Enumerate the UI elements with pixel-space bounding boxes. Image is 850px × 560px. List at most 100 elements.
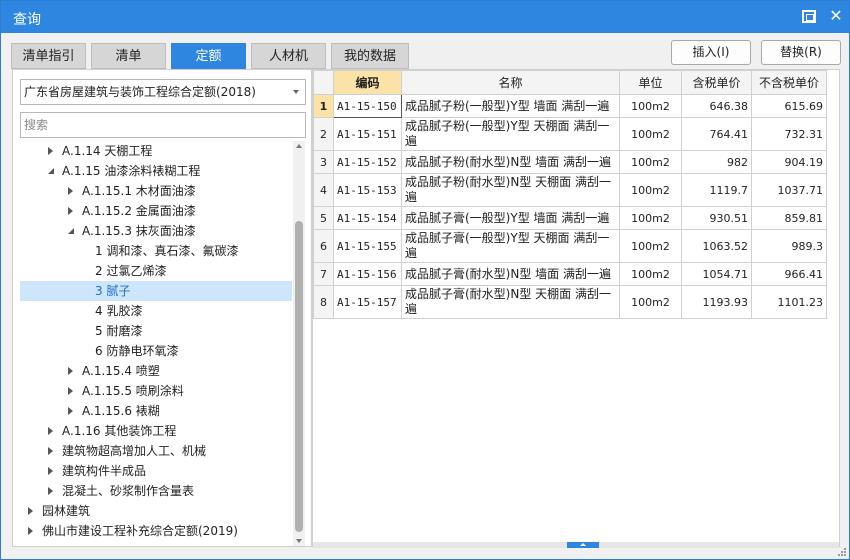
maximize-icon[interactable] [802, 10, 816, 23]
code-cell[interactable]: A1-15-155 [333, 229, 402, 263]
table-header-price-tax[interactable]: 含税单价 [681, 70, 752, 95]
unit-cell[interactable]: 100m2 [619, 229, 682, 263]
price-tax-cell[interactable]: 1063.52 [681, 229, 752, 263]
name-cell[interactable]: 成品腻子膏(耐水型)N型 天棚面 满刮一遍 [401, 285, 620, 319]
code-cell[interactable]: A1-15-152 [333, 150, 402, 174]
tab-labor-material[interactable]: 人材机 [251, 43, 326, 69]
price-notax-cell[interactable]: 859.81 [751, 206, 827, 230]
row-index-cell[interactable]: 3 [313, 150, 334, 174]
price-notax-cell[interactable]: 966.41 [751, 262, 827, 286]
tree-node[interactable]: A.1.15.4 喷塑 [20, 361, 292, 381]
expand-triangle-icon[interactable] [48, 168, 54, 174]
resize-grip-icon[interactable] [837, 547, 847, 557]
price-notax-cell[interactable]: 732.31 [751, 117, 827, 151]
unit-cell[interactable]: 100m2 [619, 285, 682, 319]
collapse-triangle-icon[interactable] [48, 447, 53, 455]
price-tax-cell[interactable]: 930.51 [681, 206, 752, 230]
collapse-triangle-icon[interactable] [48, 487, 53, 495]
tree-node[interactable]: 2 过氯乙烯漆 [20, 261, 292, 281]
code-cell[interactable]: A1-15-151 [333, 117, 402, 151]
row-index-cell[interactable]: 4 [313, 173, 334, 207]
price-notax-cell[interactable]: 904.19 [751, 150, 827, 174]
unit-cell[interactable]: 100m2 [619, 262, 682, 286]
row-index-cell[interactable]: 7 [313, 262, 334, 286]
tree-node[interactable]: A.1.15.5 喷刷涂料 [20, 381, 292, 401]
table-header-unit[interactable]: 单位 [619, 70, 682, 95]
price-notax-cell[interactable]: 989.3 [751, 229, 827, 263]
expand-triangle-icon[interactable] [68, 228, 74, 234]
price-tax-cell[interactable]: 1193.93 [681, 285, 752, 319]
unit-cell[interactable]: 100m2 [619, 206, 682, 230]
name-cell[interactable]: 成品腻子粉(一般型)Y型 墙面 满刮一遍 [401, 94, 620, 118]
tree-node[interactable]: 5 耐磨漆 [20, 321, 292, 341]
name-cell[interactable]: 成品腻子粉(耐水型)N型 墙面 满刮一遍 [401, 150, 620, 174]
close-icon[interactable]: ✕ [827, 6, 845, 26]
row-index-cell[interactable]: 2 [313, 117, 334, 151]
row-index-cell[interactable]: 1 [313, 94, 334, 118]
tab-list-guide[interactable]: 清单指引 [11, 43, 86, 69]
tree-node[interactable]: 园林建筑 [20, 501, 292, 521]
scroll-up-icon[interactable] [296, 144, 302, 148]
collapse-triangle-icon[interactable] [48, 467, 53, 475]
tree-node[interactable]: A.1.15.6 裱糊 [20, 401, 292, 421]
collapse-triangle-icon[interactable] [48, 147, 53, 155]
scrollbar-thumb[interactable] [295, 221, 303, 532]
tree-node[interactable]: 1 调和漆、真石漆、氟碳漆 [20, 241, 292, 261]
name-cell[interactable]: 成品腻子膏(一般型)Y型 天棚面 满刮一遍 [401, 229, 620, 263]
collapse-triangle-icon[interactable] [68, 207, 73, 215]
table-row[interactable]: 2 A1-15-151 成品腻子粉(一般型)Y型 天棚面 满刮一遍 100m2 764.… [313, 117, 827, 151]
tree-node[interactable]: 建筑构件半成品 [20, 461, 292, 481]
row-index-cell[interactable]: 6 [313, 229, 334, 263]
tree-node[interactable]: A.1.14 天棚工程 [20, 141, 292, 161]
name-cell[interactable]: 成品腻子膏(一般型)Y型 墙面 满刮一遍 [401, 206, 620, 230]
title-bar[interactable]: 查询 ✕ [1, 1, 849, 33]
collapse-triangle-icon[interactable] [68, 187, 73, 195]
code-cell[interactable]: A1-15-156 [333, 262, 402, 286]
collapse-triangle-icon[interactable] [48, 427, 53, 435]
collapse-triangle-icon[interactable] [28, 527, 33, 535]
price-notax-cell[interactable]: 1101.23 [751, 285, 827, 319]
code-cell[interactable]: A1-15-154 [333, 206, 402, 230]
tree-node[interactable]: A.1.15 油漆涂料裱糊工程 [20, 161, 292, 181]
splitter-handle[interactable] [567, 542, 599, 548]
table-row[interactable]: 7 A1-15-156 成品腻子膏(耐水型)N型 墙面 满刮一遍 100m2 1054.… [313, 262, 827, 286]
tree-node[interactable]: 4 乳胶漆 [20, 301, 292, 321]
table-row[interactable]: 3 A1-15-152 成品腻子粉(耐水型)N型 墙面 满刮一遍 100m2 982 90… [313, 150, 827, 174]
collapse-triangle-icon[interactable] [68, 387, 73, 395]
replace-button[interactable]: 替换(R) [761, 40, 841, 65]
price-tax-cell[interactable]: 646.38 [681, 94, 752, 118]
tab-my-data[interactable]: 我的数据 [331, 43, 409, 69]
price-tax-cell[interactable]: 1119.7 [681, 173, 752, 207]
name-cell[interactable]: 成品腻子膏(耐水型)N型 墙面 满刮一遍 [401, 262, 620, 286]
table-header-code[interactable]: 编码 [333, 70, 402, 95]
scroll-down-icon[interactable] [296, 539, 302, 543]
table-header-name[interactable]: 名称 [401, 70, 620, 95]
quota-library-select[interactable]: 广东省房屋建筑与装饰工程综合定额(2018) [20, 79, 306, 105]
unit-cell[interactable]: 100m2 [619, 117, 682, 151]
table-row[interactable]: 8 A1-15-157 成品腻子膏(耐水型)N型 天棚面 满刮一遍 100m2 1193… [313, 285, 827, 319]
tree-node[interactable]: A.1.15.1 木材面油漆 [20, 181, 292, 201]
tab-list[interactable]: 清单 [91, 43, 166, 69]
code-cell[interactable]: A1-15-150 [333, 94, 402, 118]
name-cell[interactable]: 成品腻子粉(一般型)Y型 天棚面 满刮一遍 [401, 117, 620, 151]
tree-node[interactable]: 建筑物超高增加人工、机械 [20, 441, 292, 461]
tab-quota[interactable]: 定额 [171, 43, 246, 69]
tree-node[interactable]: A.1.15.2 金属面油漆 [20, 201, 292, 221]
code-cell[interactable]: A1-15-153 [333, 173, 402, 207]
price-tax-cell[interactable]: 1054.71 [681, 262, 752, 286]
collapse-triangle-icon[interactable] [68, 407, 73, 415]
collapse-triangle-icon[interactable] [68, 367, 73, 375]
row-index-cell[interactable]: 5 [313, 206, 334, 230]
tree-scrollbar[interactable] [293, 141, 305, 546]
table-row[interactable]: 1 A1-15-150 成品腻子粉(一般型)Y型 墙面 满刮一遍 100m2 646.3… [313, 94, 827, 118]
table-row[interactable]: 6 A1-15-155 成品腻子膏(一般型)Y型 天棚面 满刮一遍 100m2 1063… [313, 229, 827, 263]
search-input[interactable] [20, 112, 306, 138]
table-header-price-notax[interactable]: 不含税单价 [751, 70, 827, 95]
tree-node[interactable]: A.1.16 其他装饰工程 [20, 421, 292, 441]
collapse-triangle-icon[interactable] [28, 507, 33, 515]
price-tax-cell[interactable]: 982 [681, 150, 752, 174]
tree-node[interactable]: 6 防静电环氧漆 [20, 341, 292, 361]
tree-node[interactable]: 佛山市建设工程补充综合定额(2019) [20, 521, 292, 541]
name-cell[interactable]: 成品腻子粉(耐水型)N型 天棚面 满刮一遍 [401, 173, 620, 207]
tree-node[interactable]: 混凝土、砂浆制作含量表 [20, 481, 292, 501]
